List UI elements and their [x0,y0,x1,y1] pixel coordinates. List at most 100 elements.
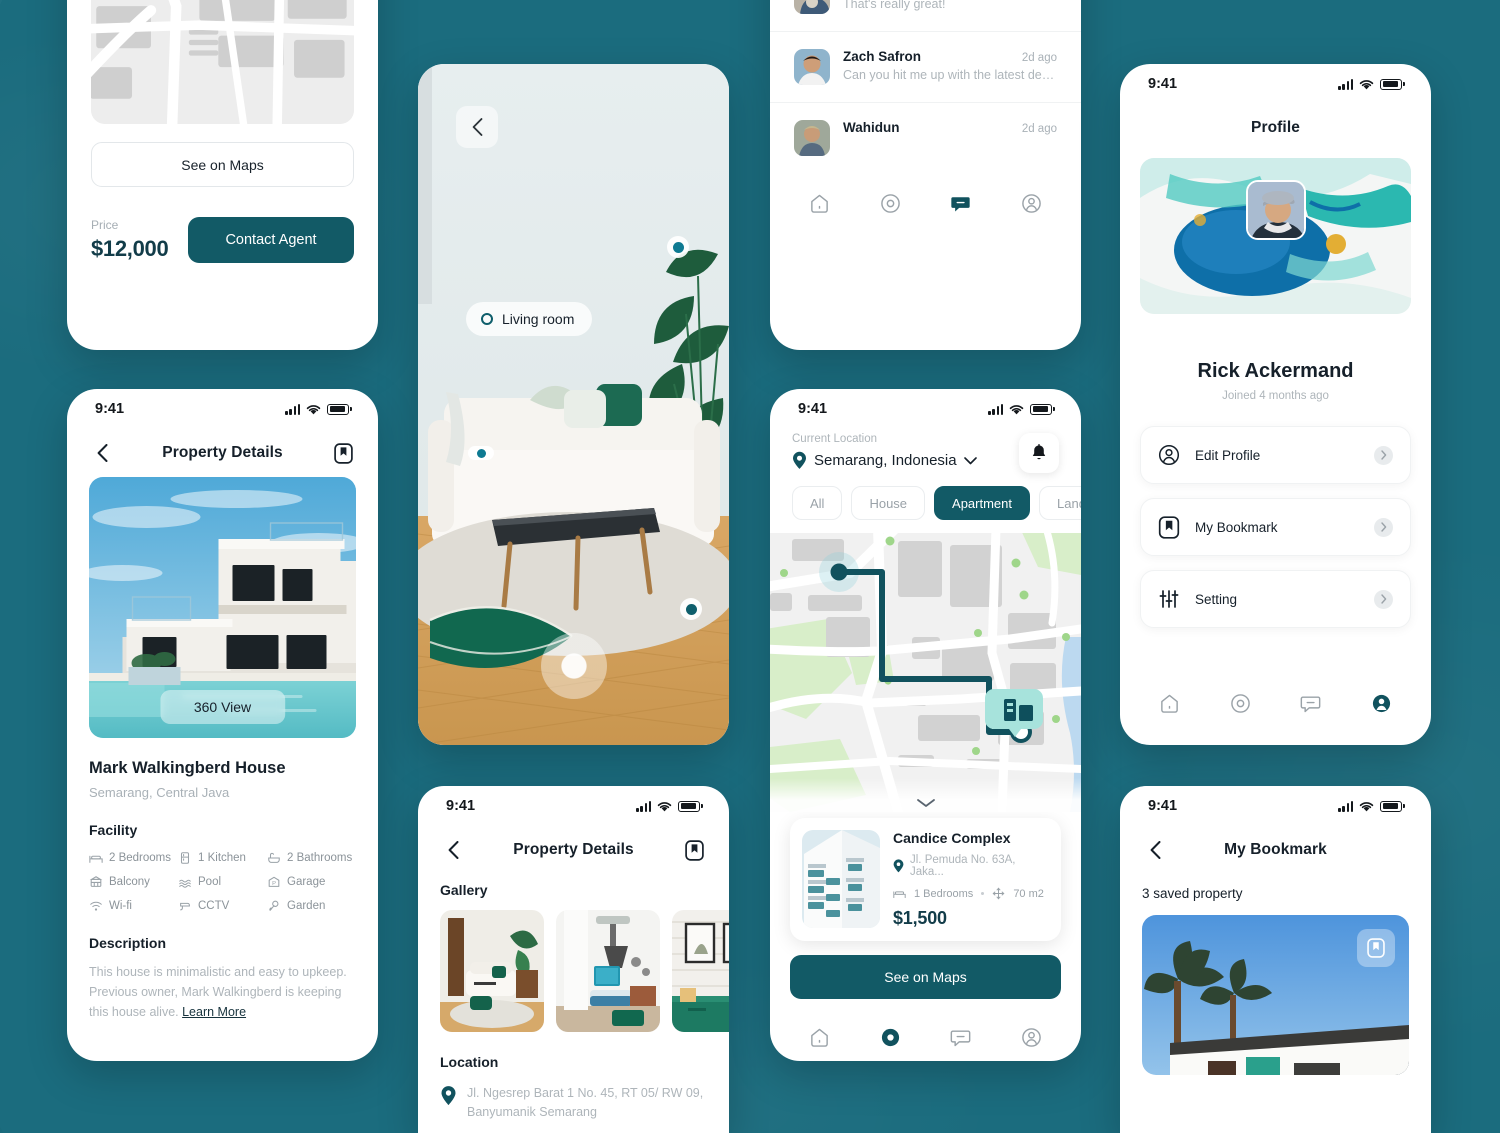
property-result-card[interactable]: Candice Complex Jl. Pemuda No. 63A, Jaka… [790,818,1061,941]
map-canvas[interactable] [770,533,1081,812]
mini-map[interactable] [91,0,354,124]
property-name: Mark Walkingberd House [89,759,286,777]
filter-chip-land[interactable]: Land [1039,486,1081,520]
facility-label: Wi-fi [109,900,132,912]
back-icon[interactable] [89,440,115,466]
filter-chips: All House Apartment Land C [770,473,1081,533]
menu-item-setting[interactable]: Setting [1140,570,1411,628]
garden-icon [269,900,279,911]
back-button[interactable] [456,106,498,148]
gallery-location-screen: 9:41 Property Details Gallery Location J… [418,786,729,1133]
back-icon[interactable] [1142,837,1168,863]
location-selector[interactable]: Semarang, Indonesia [792,451,977,470]
status-icons [285,403,352,415]
view-360-button[interactable]: 360 View [159,690,286,724]
hotspot-top-right[interactable] [667,236,689,258]
facility-list: 2 Bedrooms 1 Kitchen 2 Bathrooms Balcony… [89,851,356,913]
avatar [794,120,830,156]
app-bar: My Bookmark [1120,826,1431,874]
chat-time: 2d ago [1021,123,1057,135]
notifications-button[interactable] [1019,433,1059,473]
room-label-chip[interactable]: Living room [466,302,593,336]
status-time: 9:41 [798,401,828,417]
hotspot-left[interactable] [468,446,494,460]
facility-item: 2 Bathrooms [267,851,356,865]
nav-explore-icon[interactable] [875,188,905,218]
status-bar: 9:41 [1120,64,1431,104]
signal-icon [636,800,652,812]
location-value: Semarang, Indonesia [814,452,957,469]
area-icon [993,887,1005,900]
nav-explore-icon[interactable] [875,1022,905,1052]
status-icons [988,403,1055,415]
gallery-thumb[interactable] [672,910,729,1032]
signal-icon [285,403,301,415]
address-row: Jl. Ngesrep Barat 1 No. 45, RT 05/ RW 09… [440,1084,707,1122]
chat-list-item[interactable]: Wahidun 2d ago [770,103,1081,173]
avatar [794,0,830,14]
property-details-screen: 9:41 Property Details 360 View Mark Walk… [67,389,378,1061]
area-text: 70 m2 [1013,887,1044,900]
price-card-screen: See on Maps Price $12,000 Contact Agent [67,0,378,350]
bookmark-card[interactable] [1142,915,1409,1075]
nav-profile-icon[interactable] [1017,1022,1047,1052]
facility-heading: Facility [89,822,138,838]
nav-profile-icon[interactable] [1367,688,1397,718]
avatar [1245,180,1306,240]
menu-label: Edit Profile [1195,447,1261,463]
address-text: Jl. Ngesrep Barat 1 No. 45, RT 05/ RW 09… [467,1086,704,1119]
chat-list-item[interactable]: Jeffrey Zati Yesterday That's really gre… [770,0,1081,32]
pool-icon [179,879,191,888]
property-address: Jl. Pemuda No. 63A, Jaka... [893,854,1049,878]
nav-chat-icon[interactable] [946,188,976,218]
status-bar: 9:41 [1120,786,1431,826]
nav-chat-icon[interactable] [946,1022,976,1052]
chevron-right-icon [1374,517,1393,537]
hero-image[interactable]: 360 View [89,477,356,738]
gallery-thumb[interactable] [440,910,544,1032]
facility-label: Garden [287,900,326,912]
bed-icon [893,891,906,899]
back-icon[interactable] [440,837,466,863]
property-location: Semarang, Central Java [89,785,230,800]
nav-chat-icon[interactable] [1296,688,1326,718]
filter-chip-house[interactable]: House [851,486,926,520]
bookmark-toggle-icon[interactable] [1357,929,1395,967]
status-bar: 9:41 [770,389,1081,429]
bookmark-icon[interactable] [681,837,707,863]
chat-list-item[interactable]: Zach Safron 2d ago Can you hit me up wit… [770,32,1081,103]
nav-home-icon[interactable] [1154,688,1184,718]
nav-home-icon[interactable] [804,188,834,218]
bed-icon [89,855,103,863]
property-meta: 1 Bedrooms 70 m2 [893,887,1049,900]
status-time: 9:41 [446,798,476,814]
menu-item-edit-profile[interactable]: Edit Profile [1140,426,1411,484]
see-on-maps-button[interactable]: See on Maps [790,955,1061,999]
bookmark-icon[interactable] [330,440,356,466]
price-row: Price $12,000 Contact Agent [91,217,354,263]
learn-more-link[interactable]: Learn More [182,1005,246,1019]
nav-profile-icon[interactable] [1017,188,1047,218]
kitchen-icon [180,852,190,864]
wifi-icon [658,801,672,811]
see-on-maps-button[interactable]: See on Maps [91,142,354,187]
filter-chip-apartment[interactable]: Apartment [934,486,1031,520]
bedrooms-text: 1 Bedrooms [914,887,974,900]
parking-icon: P [268,876,280,887]
filter-chip-all[interactable]: All [792,486,843,520]
app-bar: Property Details [67,429,378,477]
nav-explore-icon[interactable] [1225,688,1255,718]
nav-home-icon[interactable] [804,1022,834,1052]
balcony-icon [89,876,103,887]
menu-item-my-bookmark[interactable]: My Bookmark [1140,498,1411,556]
gallery-thumb[interactable] [556,910,660,1032]
description-text: This house is minimalistic and easy to u… [89,963,356,1022]
facility-item: Balcony [89,875,178,889]
facility-item: Garden [267,899,356,913]
profile-joined: Joined 4 months ago [1222,390,1329,402]
pano-navigate-disc[interactable] [540,633,607,699]
profile-screen: 9:41 Profile Rick Ackermand Joined 4 mon… [1120,64,1431,745]
sheet-collapse-handle[interactable] [770,778,1081,812]
hotspot-bottom-right[interactable] [680,598,702,620]
contact-agent-button[interactable]: Contact Agent [188,217,354,263]
